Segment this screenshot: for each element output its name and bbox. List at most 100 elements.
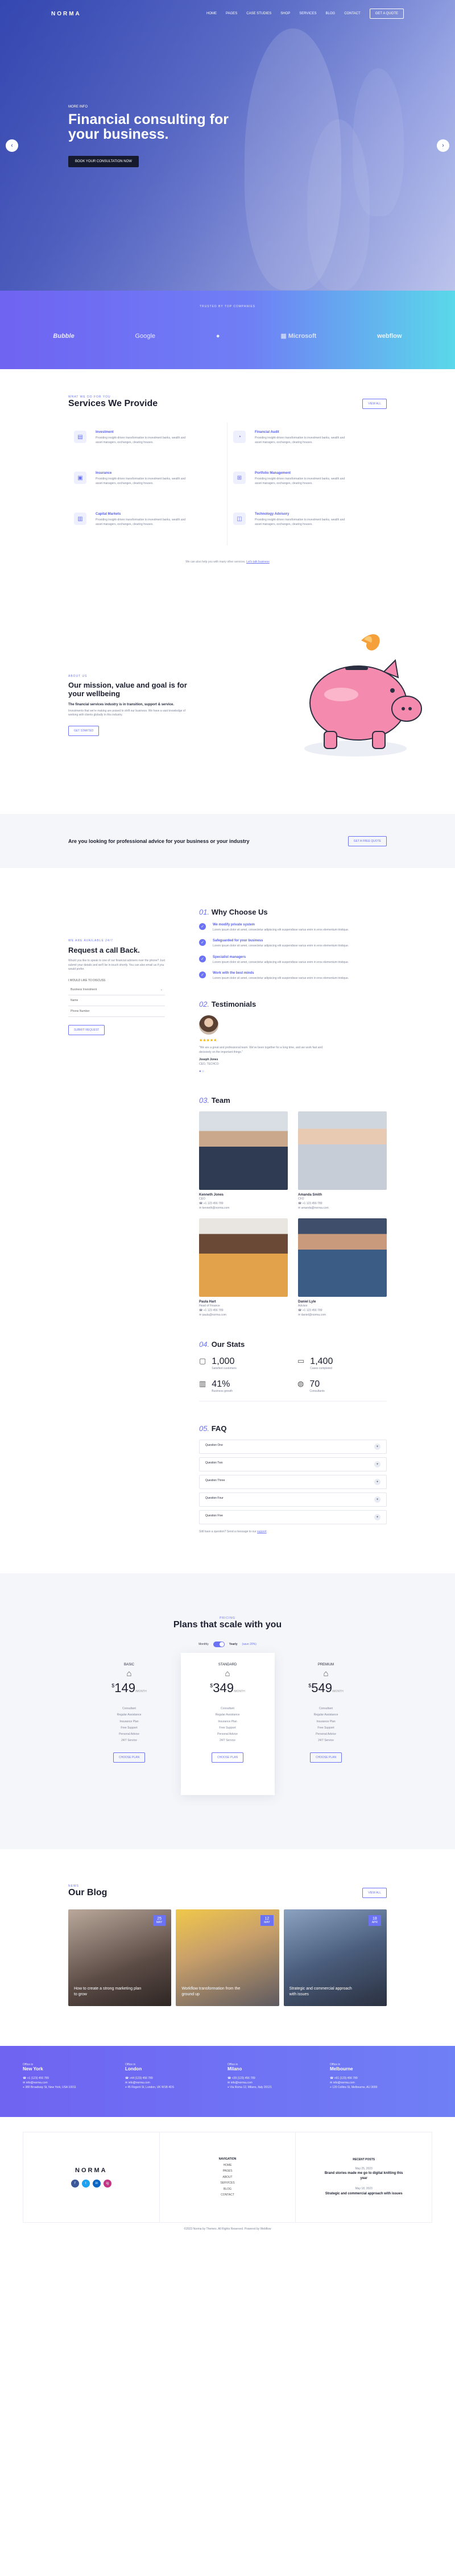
- service-card[interactable]: ▤ Investment Providing insight-driven tran…: [68, 423, 228, 464]
- nav-item-case-studies[interactable]: CASE STUDIES: [246, 12, 271, 15]
- hero-pretitle: MORE INFO: [68, 105, 88, 109]
- service-text: Providing insight-driven transformation …: [96, 518, 186, 526]
- hero-consultation-button[interactable]: BOOK YOUR CONSULTATION NOW: [68, 155, 139, 167]
- office-email[interactable]: info@norma.com: [26, 2081, 48, 2085]
- footer-link[interactable]: BLOG: [224, 2186, 231, 2193]
- next-slide-icon[interactable]: ›: [437, 139, 449, 152]
- service-card[interactable]: ▣ Insurance Providing insight-driven trans…: [68, 464, 228, 505]
- free-quote-button[interactable]: GET A FREE QUOTE: [348, 836, 387, 846]
- plus-icon: +: [374, 1479, 380, 1485]
- team-member-email[interactable]: ✉ kenneth@norma.com: [199, 1206, 288, 1210]
- slider-dots[interactable]: ● ○: [199, 1070, 387, 1073]
- plan-name: PREMIUM: [317, 1663, 334, 1667]
- callback-text: Would you like to speak to one of our fi…: [68, 959, 166, 971]
- nav-item-blog[interactable]: BLOG: [326, 12, 336, 15]
- blog-view-all-button[interactable]: VIEW ALL: [362, 1888, 387, 1898]
- services-view-all-button[interactable]: VIEW ALL: [362, 399, 387, 409]
- office-phone[interactable]: +39 (123) 456 789: [232, 2077, 255, 2080]
- yearly-label[interactable]: Yearly: [229, 1643, 238, 1646]
- choose-plan-button[interactable]: CHOOSE PLAN: [309, 1752, 342, 1763]
- footer-link[interactable]: PAGES: [223, 2168, 233, 2174]
- discuss-select[interactable]: Business Investment ⌄: [68, 985, 165, 995]
- service-card[interactable]: ◫ Technology Advisory Providing insight-dr…: [228, 505, 387, 545]
- service-title: Investment: [96, 431, 114, 434]
- office-phone[interactable]: +61 (123) 456 789: [334, 2077, 358, 2080]
- service-card[interactable]: ▥ Capital Markets Providing insight-driven…: [68, 505, 228, 545]
- why-num: 01.: [199, 908, 210, 916]
- prev-slide-icon[interactable]: ‹: [6, 139, 18, 152]
- blog-post[interactable]: 25 MAY How to create a strong marketing p…: [68, 1909, 172, 2006]
- why-item-text: Lorem ipsum dolor sit amet, consectetur …: [213, 928, 349, 932]
- nav-item-services[interactable]: SERVICES: [299, 12, 316, 15]
- nav-item-contact[interactable]: CONTACT: [344, 12, 361, 15]
- support-link[interactable]: support: [257, 1530, 267, 1533]
- footer-link[interactable]: ABOUT: [222, 2174, 232, 2181]
- service-card[interactable]: ⊞ Portfolio Management Providing insight-d…: [228, 464, 387, 505]
- office-card: Office in Melbourne ☎ +61 (123) 456 789 ✉ i…: [330, 2063, 432, 2117]
- submit-request-button[interactable]: SUBMIT REQUEST: [68, 1024, 105, 1035]
- faq-item[interactable]: Question Five +: [199, 1510, 387, 1524]
- recent-post-date: May 18, 2023: [355, 2187, 373, 2191]
- nav-item-shop[interactable]: SHOP: [280, 12, 290, 15]
- name-field[interactable]: Name: [68, 995, 165, 1006]
- billing-switch[interactable]: [213, 1641, 225, 1647]
- instagram-icon[interactable]: ig: [103, 2180, 111, 2188]
- office-email[interactable]: info@norma.com: [231, 2081, 253, 2085]
- footer-link[interactable]: CONTACT: [221, 2192, 234, 2198]
- price-period: /MONTH: [234, 1690, 245, 1693]
- user-icon: ◍: [297, 1379, 304, 1388]
- blog-post[interactable]: 12 MAY Workflow transformation from the g…: [176, 1909, 279, 2006]
- nav-item-home[interactable]: HOME: [206, 12, 217, 15]
- office-phone[interactable]: +1 (123) 456 789: [27, 2077, 49, 2080]
- choose-plan-button[interactable]: CHOOSE PLAN: [113, 1752, 146, 1763]
- stat-value: 41%: [212, 1379, 230, 1389]
- team-member-email[interactable]: ✉ amanda@norma.com: [298, 1206, 387, 1210]
- service-text: Providing insight-driven transformation …: [255, 518, 345, 526]
- post-date-badge: 12 MAY: [260, 1915, 274, 1926]
- technology-icon: ◫: [233, 512, 246, 525]
- team-member-role: CFO: [298, 1197, 304, 1201]
- blog-post[interactable]: 18 APR Strategic and commercial approach …: [283, 1909, 387, 2006]
- footer-link[interactable]: HOME: [224, 2162, 232, 2169]
- plus-icon: +: [374, 1461, 380, 1467]
- recent-post[interactable]: May 18, 2023 Strategic and commercial app…: [321, 2187, 407, 2197]
- twitter-icon[interactable]: t: [81, 2180, 90, 2188]
- plan-feature: Personal Advice: [316, 1733, 336, 1736]
- team-photo: [199, 1111, 288, 1190]
- footer-box: NORMA f t in ig NAVIGATION HOME PAGES AB…: [23, 2132, 432, 2223]
- services-header: WHAT WE DO FOR YOU Services We Provide V…: [68, 369, 387, 409]
- faq-note: Still have a question? Send a message to…: [199, 1530, 387, 1533]
- lets-talk-link[interactable]: Let's talk business: [246, 560, 270, 564]
- team-member-email[interactable]: ✉ daniel@norma.com: [298, 1313, 387, 1317]
- post-date-badge: 25 MAY: [152, 1915, 166, 1926]
- nav-item-pages[interactable]: PAGES: [226, 12, 237, 15]
- office-city: Melbourne: [330, 2066, 353, 2071]
- faq-item[interactable]: Question One +: [199, 1440, 387, 1454]
- office-tag: Office in: [228, 2063, 238, 2066]
- price-period: /MONTH: [332, 1690, 344, 1693]
- office-phone[interactable]: +44 (123) 456 789: [130, 2077, 153, 2080]
- service-card[interactable]: ◔ Financial Audit Providing insight-driven…: [228, 423, 387, 464]
- logo[interactable]: NORMA: [51, 11, 81, 17]
- footer-link[interactable]: SERVICES: [220, 2180, 234, 2186]
- faq-item[interactable]: Question Four +: [199, 1492, 387, 1507]
- blog-section: NEWS Our Blog VIEW ALL 25 MAY How to crea…: [0, 1849, 455, 2006]
- footer-logo[interactable]: NORMA: [75, 2167, 107, 2174]
- mission-get-started-button[interactable]: GET STARTED: [68, 725, 100, 736]
- team-member-email[interactable]: ✉ paula@norma.com: [199, 1313, 288, 1317]
- recent-post-title: Brand stories made me go to digital knit…: [324, 2172, 403, 2181]
- plan-feature: Insurance Plan: [218, 1719, 237, 1723]
- linkedin-icon[interactable]: in: [92, 2180, 101, 2188]
- choose-plan-button[interactable]: CHOOSE PLAN: [211, 1752, 244, 1763]
- office-email[interactable]: info@norma.com: [333, 2081, 355, 2085]
- faq-item[interactable]: Question Two +: [199, 1457, 387, 1471]
- why-title: Why Choose Us: [211, 908, 268, 916]
- office-email[interactable]: info@norma.com: [129, 2081, 150, 2085]
- faq-item[interactable]: Question Three +: [199, 1475, 387, 1489]
- recent-post[interactable]: May 25, 2023 Brand stories made me go to …: [321, 2167, 407, 2182]
- get-quote-button[interactable]: GET A QUOTE: [369, 9, 404, 19]
- facebook-icon[interactable]: f: [71, 2180, 79, 2188]
- phone-field[interactable]: Phone Number: [68, 1006, 165, 1017]
- monthly-label[interactable]: Monthly: [198, 1643, 209, 1646]
- post-month: MAY: [264, 1920, 270, 1924]
